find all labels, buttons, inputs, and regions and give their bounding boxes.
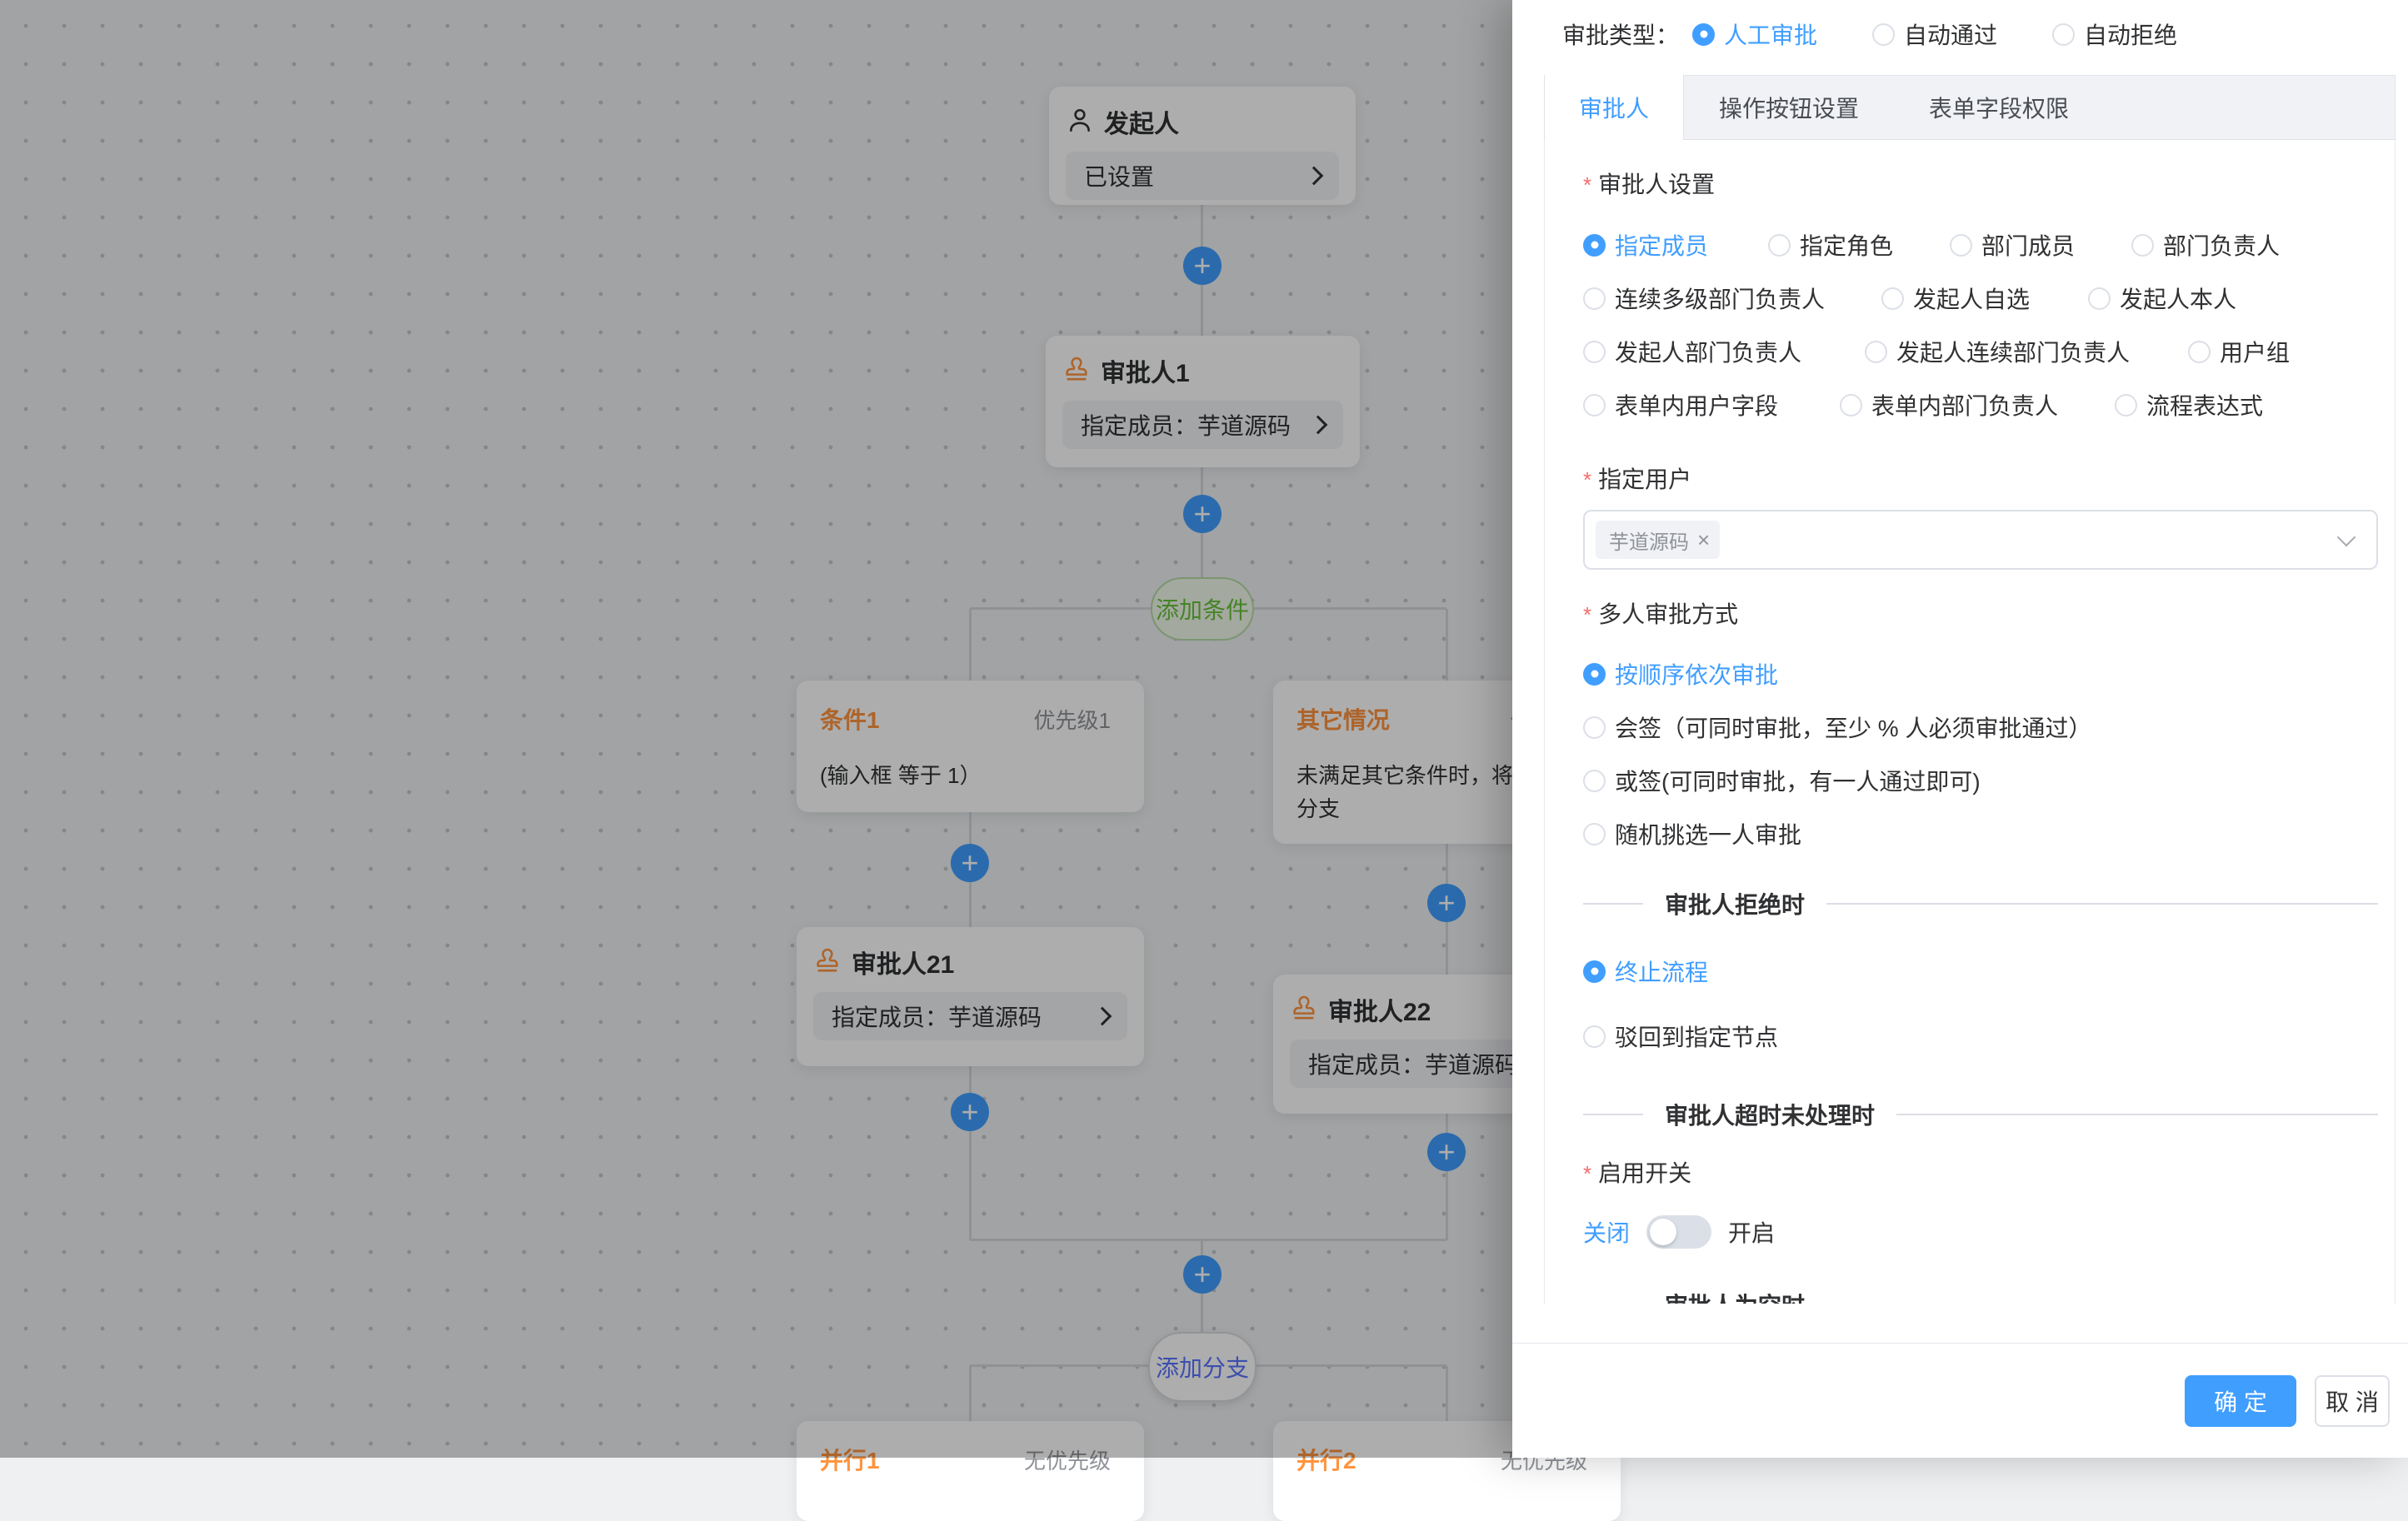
radio-multi-level-dept-leader[interactable]: 连续多级部门负责人 <box>1583 282 1881 315</box>
radio-assign-role[interactable]: 指定角色 <box>1768 228 1950 262</box>
timeout-section-divider: 审批人超时未处理时 <box>1583 1100 2378 1130</box>
empty-approver-section-divider: 审批人为空时 <box>1583 1289 2378 1304</box>
radio-icon <box>1583 287 1606 310</box>
radio-icon <box>1768 234 1791 257</box>
radio-orsign[interactable]: 或签(可同时审批，有一人通过即可) <box>1583 764 2378 797</box>
radio-return-to-node[interactable]: 驳回到指定节点 <box>1583 1020 2378 1053</box>
radio-starter-dept-leader[interactable]: 发起人部门负责人 <box>1583 335 1865 368</box>
radio-sequential-approve[interactable]: 按顺序依次审批 <box>1583 657 2378 691</box>
radio-icon <box>2088 287 2111 310</box>
radio-icon <box>2052 23 2075 46</box>
tab-approver[interactable]: 审批人 <box>1544 75 1684 140</box>
radio-starter-select[interactable]: 发起人自选 <box>1881 282 2088 315</box>
radio-auto-approve[interactable]: 自动通过 <box>1872 17 1997 51</box>
radio-dept-member[interactable]: 部门成员 <box>1950 228 2131 262</box>
radio-icon <box>1692 23 1715 46</box>
radio-countersign[interactable]: 会签（可同时审批，至少 % 人必须审批通过） <box>1583 711 2378 744</box>
radio-user-group[interactable]: 用户组 <box>2188 335 2378 368</box>
radio-icon <box>2188 341 2211 363</box>
radio-form-user-field[interactable]: 表单内用户字段 <box>1583 388 1840 421</box>
cancel-button[interactable]: 取 消 <box>2315 1375 2390 1427</box>
radio-icon <box>1583 234 1606 257</box>
radio-icon <box>1583 716 1606 739</box>
approver-setting-row: 发起人部门负责人 发起人连续部门负责人 用户组 <box>1583 335 2378 368</box>
radio-icon <box>1583 823 1606 845</box>
radio-icon <box>1583 394 1606 416</box>
radio-icon <box>1840 394 1862 416</box>
radio-flow-expression[interactable]: 流程表达式 <box>2115 388 2378 421</box>
radio-starter-self[interactable]: 发起人本人 <box>2088 282 2378 315</box>
radio-dept-leader[interactable]: 部门负责人 <box>2131 228 2378 262</box>
radio-auto-reject[interactable]: 自动拒绝 <box>2052 17 2177 51</box>
approve-type-row: 审批类型： 人工审批 自动通过 自动拒绝 <box>1562 0 2232 68</box>
radio-icon <box>2131 234 2154 257</box>
approver-setting-row: 连续多级部门负责人 发起人自选 发起人本人 <box>1583 282 2378 315</box>
radio-icon <box>1950 234 1972 257</box>
radio-form-dept-leader[interactable]: 表单内部门负责人 <box>1840 388 2115 421</box>
switch-off-label: 关闭 <box>1583 1215 1630 1249</box>
tab-content-approver: * 审批人设置 指定成员 指定角色 部门成员 部门负责人 <box>1544 140 2396 1304</box>
multi-mode-label: * 多人审批方式 <box>1583 600 2378 630</box>
radio-manual-approve[interactable]: 人工审批 <box>1692 17 1817 51</box>
radio-icon <box>1583 341 1606 363</box>
radio-icon <box>1881 287 1904 310</box>
radio-icon <box>1583 770 1606 792</box>
switch-on-label: 开启 <box>1728 1215 1775 1249</box>
user-tag: 芋道源码 × <box>1596 521 1720 559</box>
timeout-enable-switch[interactable] <box>1646 1215 1711 1249</box>
approver-setting-row: 指定成员 指定角色 部门成员 部门负责人 <box>1583 228 2378 262</box>
reject-section-divider: 审批人拒绝时 <box>1583 889 2378 919</box>
settings-tabs: 审批人 操作按钮设置 表单字段权限 <box>1544 75 2396 140</box>
user-tag-text: 芋道源码 <box>1609 526 1689 555</box>
switch-knob <box>1650 1219 1676 1245</box>
radio-starter-multi-dept-leader[interactable]: 发起人连续部门负责人 <box>1865 335 2188 368</box>
chevron-down-icon <box>2337 528 2356 547</box>
assign-user-label: * 指定用户 <box>1583 465 2378 495</box>
approver-setting-row: 表单内用户字段 表单内部门负责人 流程表达式 <box>1583 388 2378 421</box>
radio-icon <box>1583 1025 1606 1048</box>
confirm-button[interactable]: 确 定 <box>2185 1375 2296 1427</box>
assign-user-select[interactable]: 芋道源码 × <box>1583 510 2378 570</box>
tag-close-icon[interactable]: × <box>1697 529 1710 551</box>
radio-icon <box>2115 394 2137 416</box>
enable-switch-label: * 启用开关 <box>1583 1159 2378 1189</box>
approve-type-label: 审批类型： <box>1562 17 1679 51</box>
radio-assign-member[interactable]: 指定成员 <box>1583 228 1768 262</box>
radio-icon <box>1583 663 1606 686</box>
radio-random-one[interactable]: 随机挑选一人审批 <box>1583 817 2378 850</box>
radio-icon <box>1865 341 1887 363</box>
tab-form-field-permission[interactable]: 表单字段权限 <box>1894 76 2104 139</box>
radio-terminate-flow[interactable]: 终止流程 <box>1583 955 2378 988</box>
radio-icon <box>1872 23 1895 46</box>
drawer-footer: 确 定 取 消 <box>1512 1343 2408 1458</box>
radio-icon <box>1583 960 1606 983</box>
timeout-switch-row: 关闭 开启 <box>1583 1212 2378 1252</box>
approver-setting-label: * 审批人设置 <box>1583 170 2378 200</box>
tab-button-settings[interactable]: 操作按钮设置 <box>1684 76 1894 139</box>
approver-settings-drawer: 审批类型： 人工审批 自动通过 自动拒绝 审批人 操作按钮设置 表单字段权限 *… <box>1512 0 2408 1458</box>
